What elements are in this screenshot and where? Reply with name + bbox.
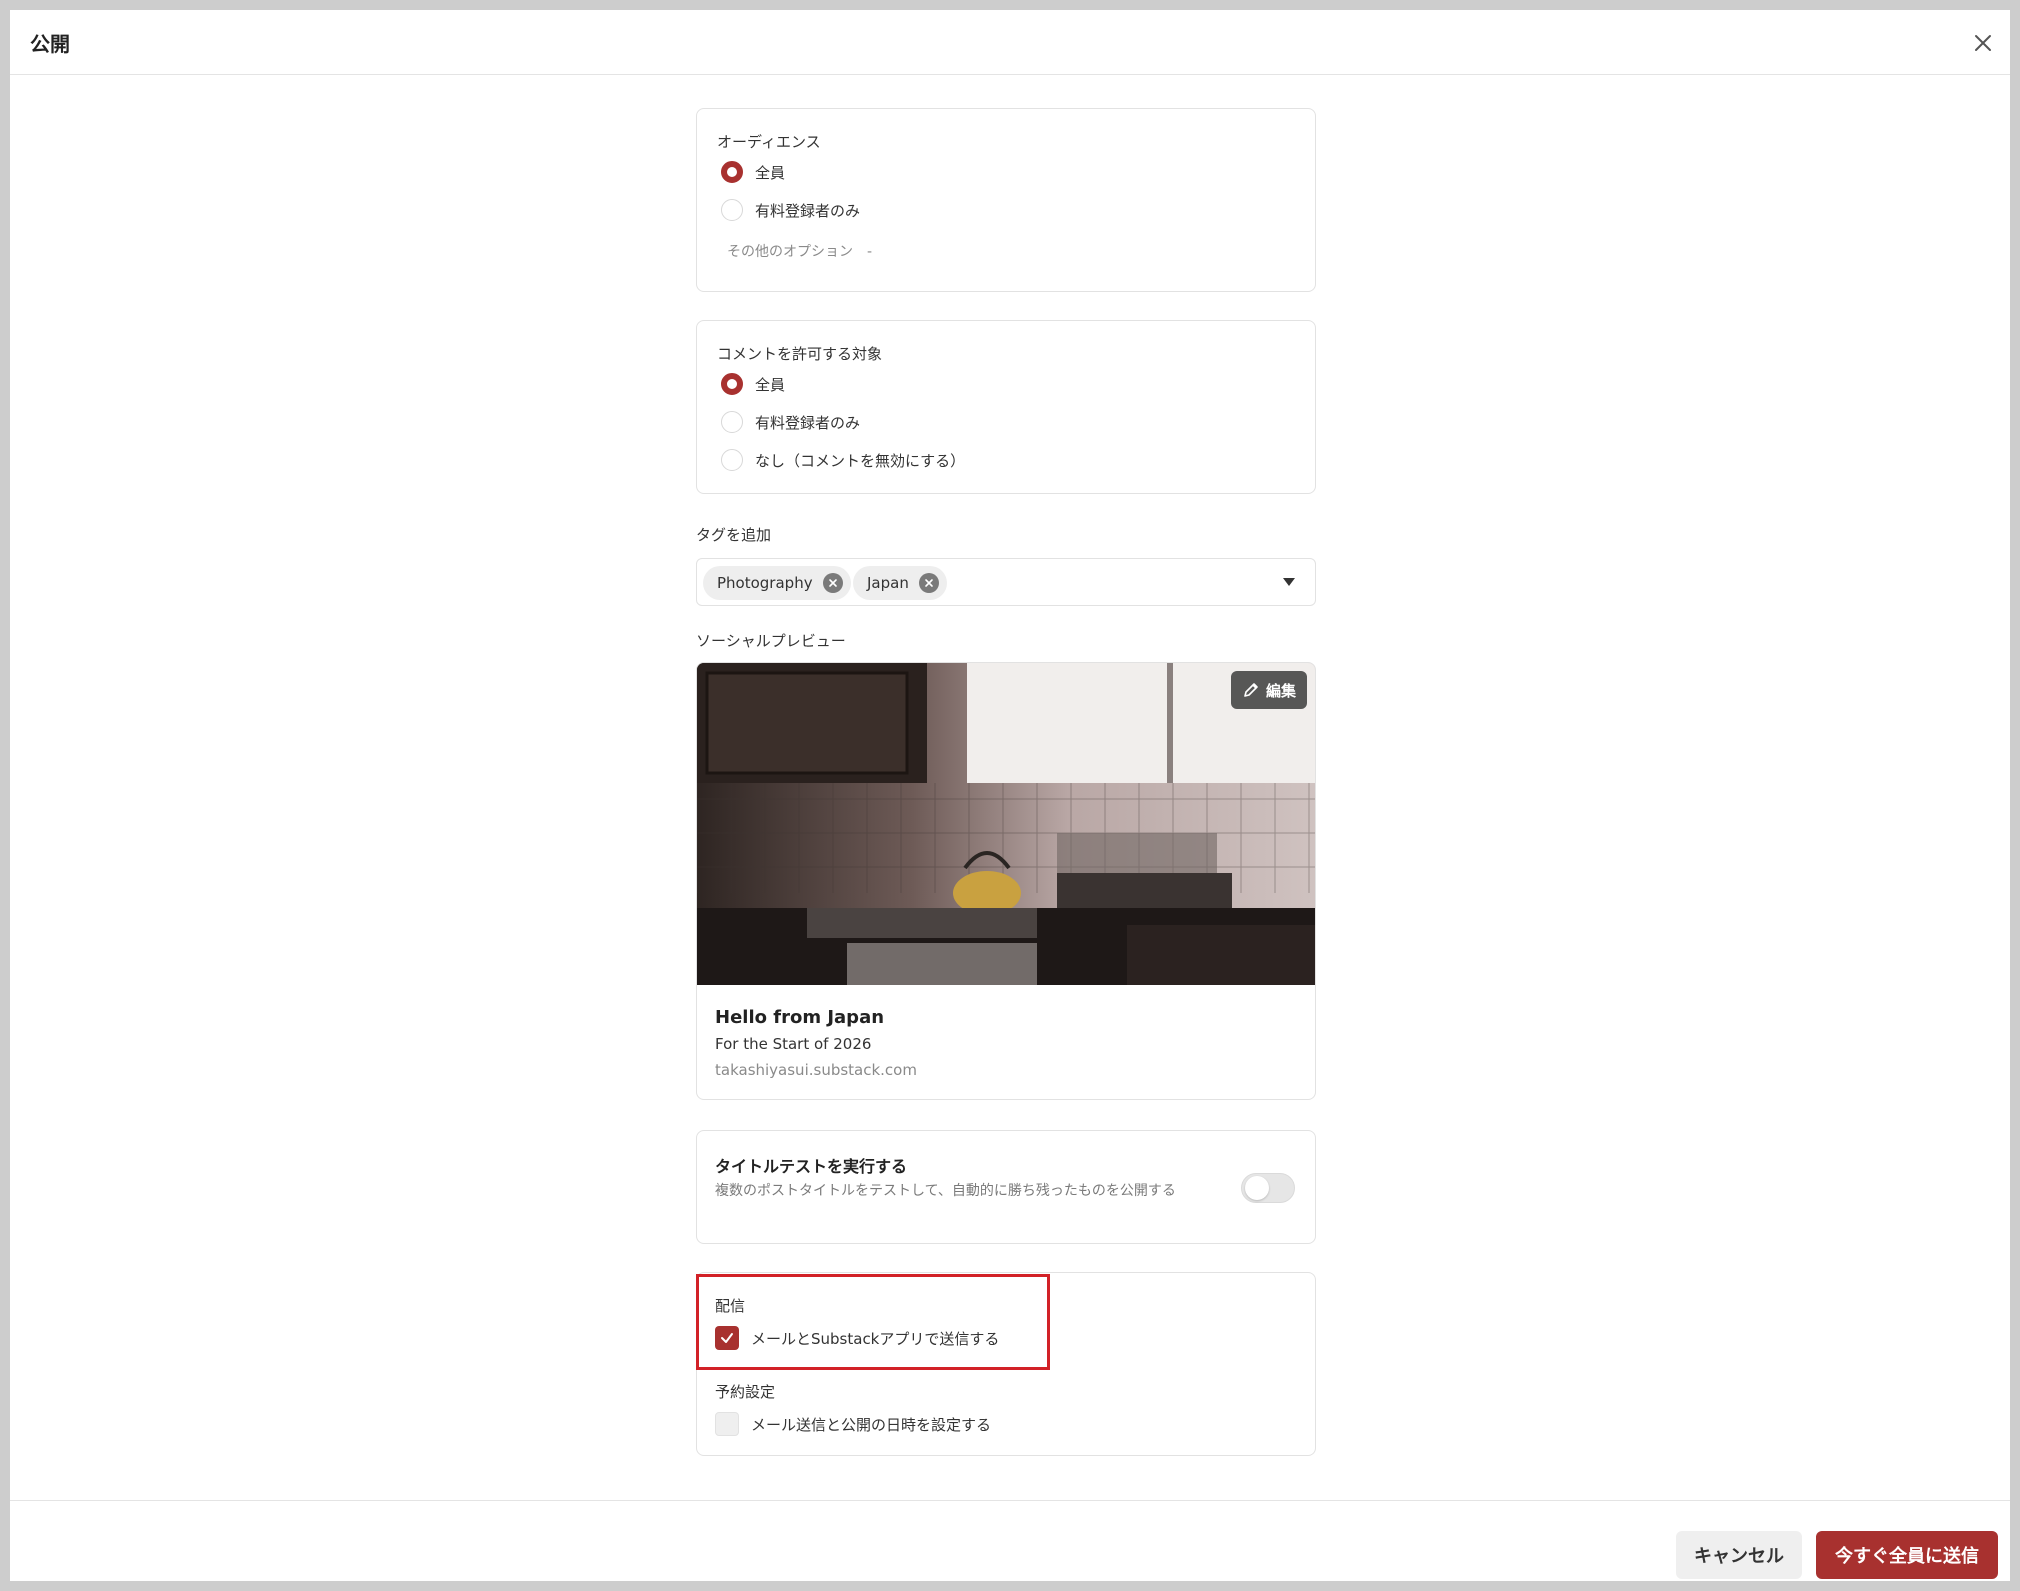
- tag-chip-label: Japan: [867, 574, 909, 592]
- comments-option-label: 有料登録者のみ: [755, 413, 861, 432]
- annotation-highlight: [696, 1274, 1050, 1370]
- more-options-toggle[interactable]: その他のオプション -: [727, 241, 872, 261]
- comments-option-paid[interactable]: 有料登録者のみ: [721, 409, 860, 435]
- audience-option-label: 全員: [755, 163, 786, 182]
- title-test-description: 複数のポストタイトルをテストして、自動的に勝ち残ったものを公開する: [715, 1183, 1176, 1199]
- audience-card: オーディエンス 全員 有料登録者のみ その他のオプション -: [696, 108, 1316, 292]
- comments-option-everyone[interactable]: 全員: [721, 371, 785, 397]
- audience-option-label: 有料登録者のみ: [755, 201, 861, 220]
- audience-option-everyone[interactable]: 全員: [721, 159, 785, 185]
- comments-option-label: 全員: [755, 375, 786, 394]
- title-test-toggle[interactable]: [1241, 1173, 1295, 1203]
- dialog-header: 公開: [10, 10, 2010, 75]
- title-test-heading: タイトルテストを実行する: [715, 1157, 908, 1176]
- pencil-icon: [1244, 683, 1258, 697]
- audience-label: オーディエンス: [717, 133, 821, 151]
- radio-unselected-icon[interactable]: [721, 199, 743, 221]
- comments-option-none[interactable]: なし（コメントを無効にする）: [721, 447, 965, 473]
- tag-chip-label: Photography: [717, 574, 813, 592]
- schedule-option-label: メール送信と公開の日時を設定する: [751, 1415, 992, 1434]
- preview-image: 編集: [697, 663, 1315, 985]
- edit-preview-button[interactable]: 編集: [1231, 671, 1307, 709]
- close-icon[interactable]: [1970, 30, 1996, 56]
- dialog-title: 公開: [30, 32, 70, 56]
- remove-tag-icon[interactable]: [918, 573, 939, 593]
- remove-tag-icon[interactable]: [822, 573, 843, 593]
- tag-input[interactable]: Photography Japan: [696, 558, 1316, 606]
- radio-selected-icon[interactable]: [721, 161, 743, 183]
- preview-url: takashiyasui.substack.com: [715, 1061, 917, 1079]
- schedule-label: 予約設定: [715, 1383, 776, 1401]
- kitchen-photo: [697, 663, 1315, 985]
- edit-preview-label: 編集: [1265, 681, 1296, 700]
- comments-option-label: なし（コメントを無効にする）: [755, 451, 966, 470]
- chevron-down-icon[interactable]: [1283, 578, 1295, 586]
- tags-label: タグを追加: [696, 526, 772, 544]
- radio-unselected-icon[interactable]: [721, 411, 743, 433]
- social-preview-label: ソーシャルプレビュー: [696, 632, 846, 650]
- radio-selected-icon[interactable]: [721, 373, 743, 395]
- social-preview-card: 編集 Hello from Japan For the Start of 202…: [696, 662, 1316, 1100]
- send-now-button[interactable]: 今すぐ全員に送信: [1816, 1531, 1998, 1579]
- schedule-option[interactable]: メール送信と公開の日時を設定する: [715, 1411, 991, 1437]
- dialog-footer: キャンセル 今すぐ全員に送信: [10, 1500, 2010, 1581]
- comments-label: コメントを許可する対象: [717, 345, 883, 363]
- title-test-card: タイトルテストを実行する 複数のポストタイトルをテストして、自動的に勝ち残ったも…: [696, 1130, 1316, 1244]
- publish-dialog: 公開 オーディエンス 全員 有料登録者のみ その他のオプション - コメントを許…: [10, 10, 2010, 1581]
- tag-chip: Photography: [703, 566, 851, 600]
- tag-chip: Japan: [853, 566, 947, 600]
- preview-title: Hello from Japan: [715, 1007, 885, 1028]
- radio-unselected-icon[interactable]: [721, 449, 743, 471]
- checkbox-unchecked-icon[interactable]: [715, 1412, 739, 1436]
- audience-option-paid[interactable]: 有料登録者のみ: [721, 197, 860, 223]
- comments-card: コメントを許可する対象 全員 有料登録者のみ なし（コメントを無効にする）: [696, 320, 1316, 494]
- preview-subtitle: For the Start of 2026: [715, 1035, 872, 1053]
- cancel-button[interactable]: キャンセル: [1676, 1531, 1802, 1579]
